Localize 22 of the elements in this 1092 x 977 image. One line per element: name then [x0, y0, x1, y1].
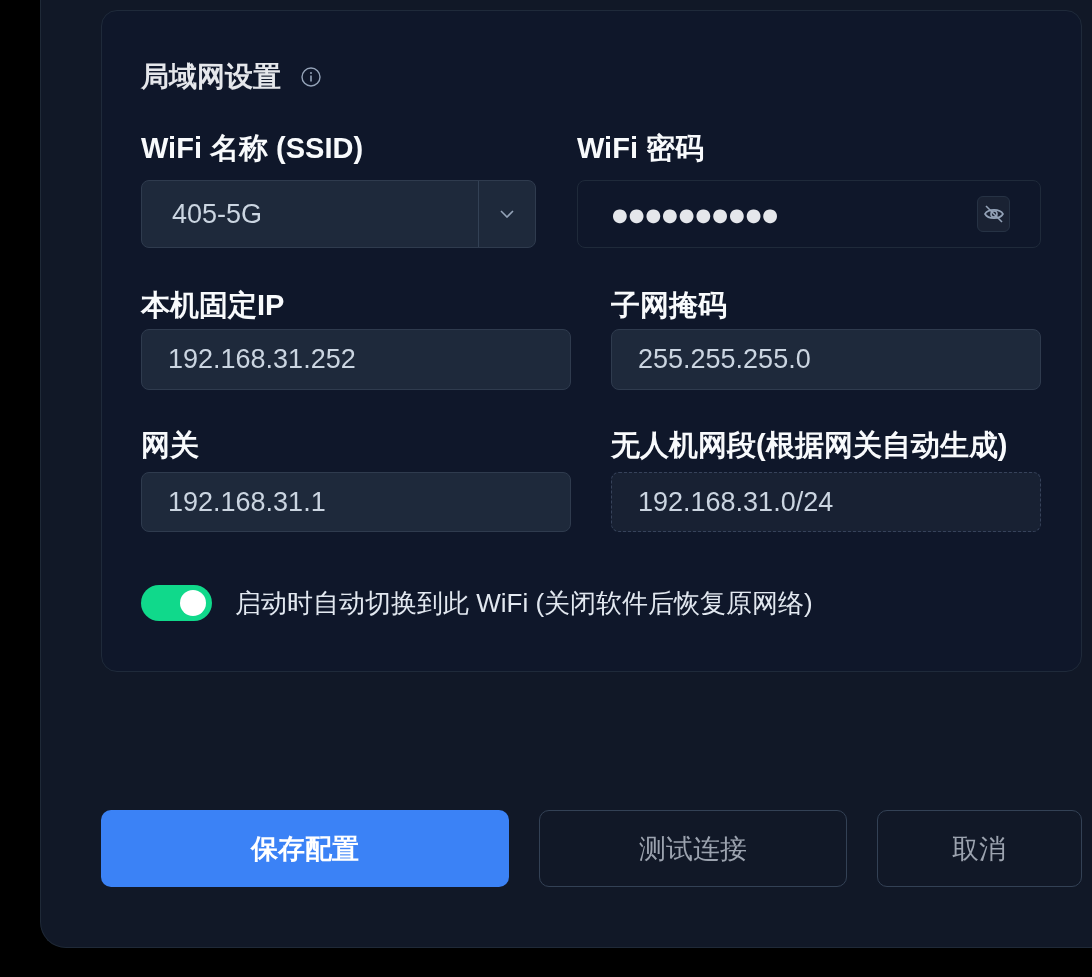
action-button[interactable]: 取消 — [876, 810, 1082, 887]
chevron-down-icon — [500, 210, 514, 218]
input-field[interactable]: 255.255.255.0 — [611, 329, 1041, 390]
field-label: 网关 — [141, 428, 199, 463]
eye-slash-icon — [982, 203, 1005, 225]
input-field[interactable]: 192.168.31.1 — [141, 472, 571, 532]
save-button[interactable]: 保存配置 — [101, 810, 510, 887]
readonly-field[interactable]: 192.168.31.0/24 — [611, 472, 1041, 532]
field-label: 本机固定IP — [141, 288, 285, 323]
section-title: 局域网设置 — [141, 60, 281, 94]
field-label: 无人机网段(根据网关自动生成) — [611, 428, 1008, 463]
info-icon — [301, 67, 321, 87]
ssid-select[interactable]: 405-5G — [141, 180, 536, 248]
field-label: WiFi 名称 (SSID) — [141, 131, 364, 166]
visibility-toggle-button[interactable] — [977, 196, 1010, 232]
toggle-switch[interactable] — [141, 585, 212, 621]
input-field[interactable]: 192.168.31.252 — [141, 329, 571, 390]
toggle-label: 启动时自动切换到此 WiFi (关闭软件后恢复原网络) — [235, 586, 813, 620]
action-button[interactable]: 测试连接 — [539, 810, 847, 887]
field-label: 子网掩码 — [611, 288, 727, 323]
field-label: WiFi 密码 — [577, 131, 704, 166]
password-field[interactable]: ●●●●●●●●●● — [577, 180, 1041, 248]
